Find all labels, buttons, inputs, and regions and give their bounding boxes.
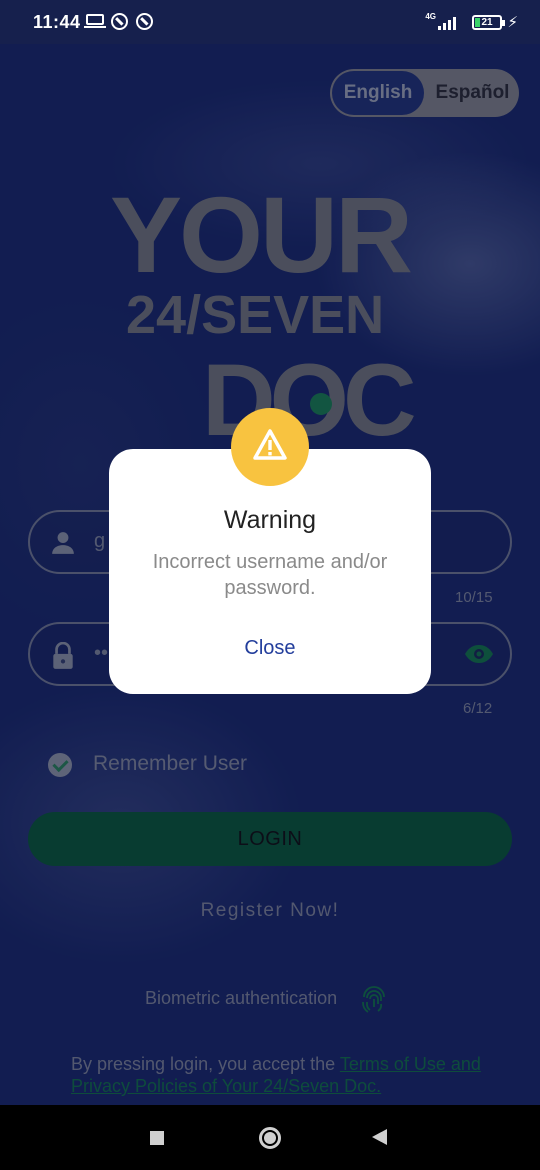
dialog-title: Warning xyxy=(223,506,317,534)
charging-icon: ⚡ xyxy=(507,14,518,31)
recents-button[interactable] xyxy=(150,1131,164,1145)
warning-triangle-icon xyxy=(253,429,287,460)
battery-icon: 21 xyxy=(472,15,505,30)
network-type: 4G xyxy=(425,12,436,21)
screen: 11:44 4G 21 ⚡ English Español YOUR 24/SE… xyxy=(0,0,540,1170)
laptop-icon xyxy=(84,14,106,28)
navigation-bar xyxy=(0,1105,540,1170)
back-button[interactable] xyxy=(372,1129,387,1145)
blocked-notification-icon xyxy=(136,13,153,30)
status-bar: 11:44 4G 21 ⚡ xyxy=(0,0,540,44)
warning-badge xyxy=(231,408,309,486)
blocked-notification-icon xyxy=(111,13,128,30)
battery-level: 21 xyxy=(481,17,493,28)
status-time: 11:44 xyxy=(33,12,81,32)
dialog-message: Incorrect username and/or password. xyxy=(152,551,388,599)
signal-icon xyxy=(438,14,460,30)
dialog-close-button[interactable]: Close xyxy=(220,633,320,663)
home-button[interactable] xyxy=(259,1127,281,1149)
